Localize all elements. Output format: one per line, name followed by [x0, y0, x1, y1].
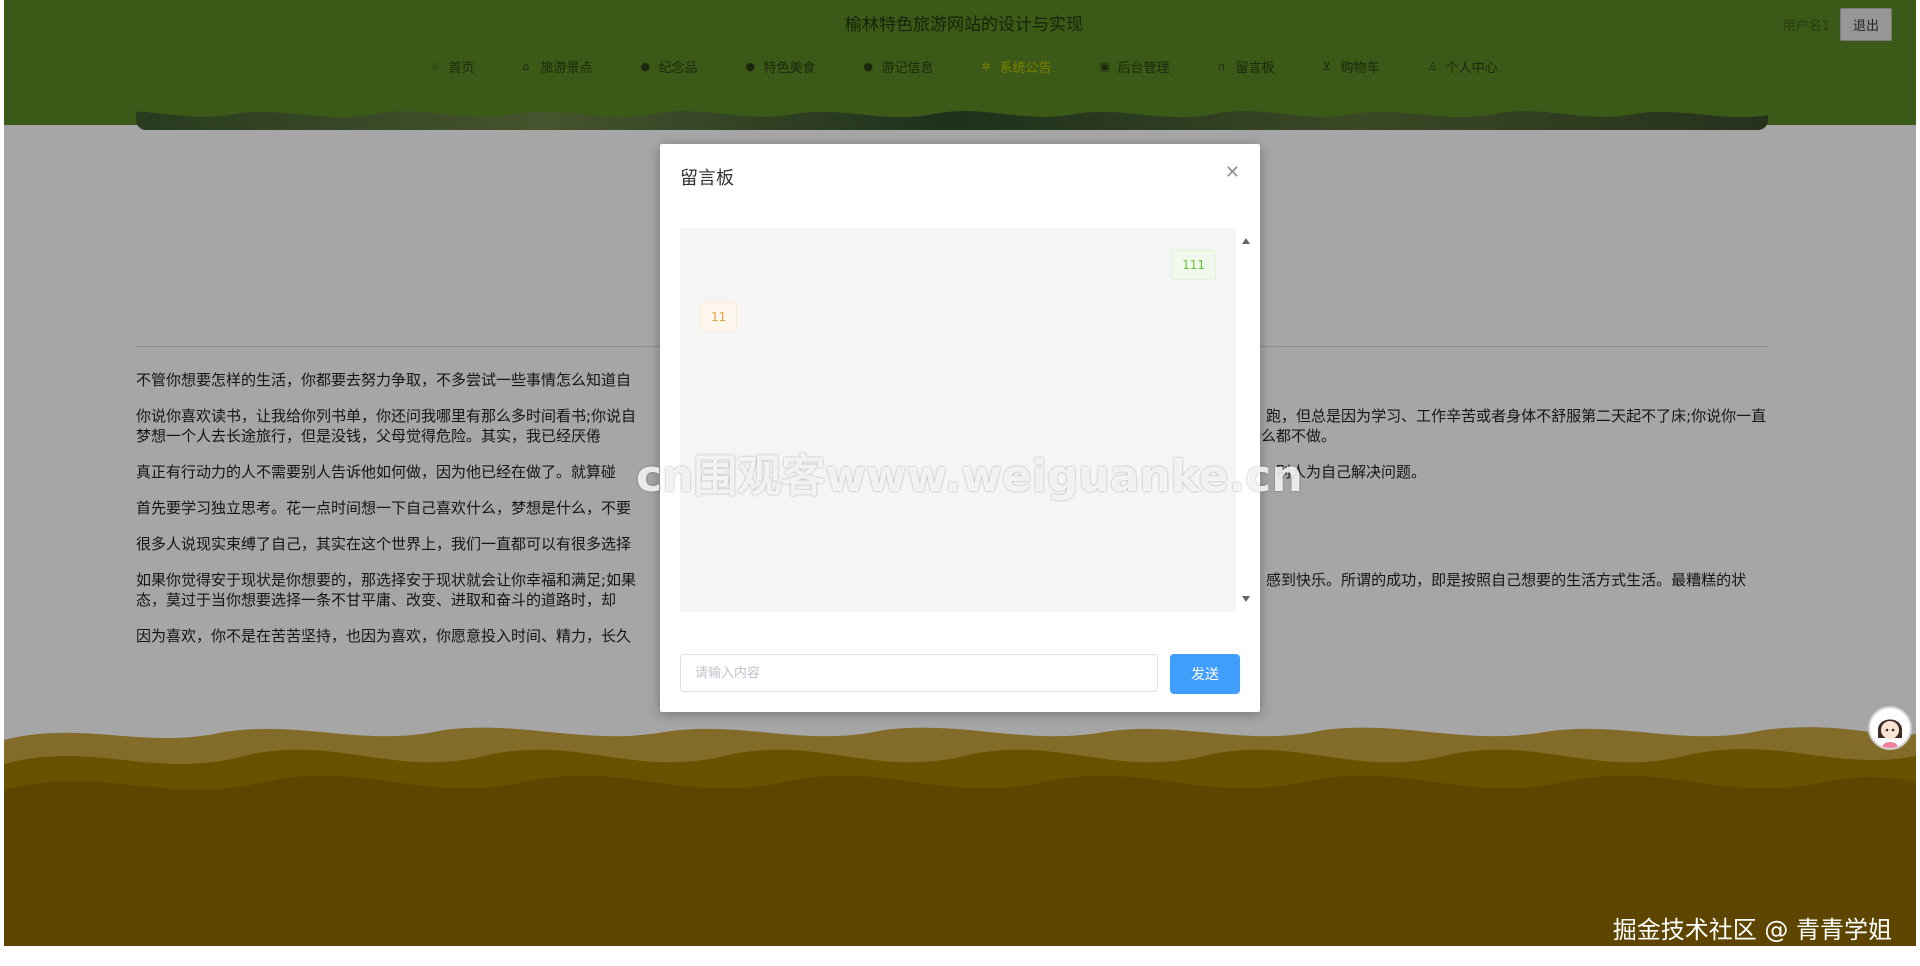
scroll-down-arrow-icon[interactable]: [1242, 596, 1250, 602]
scroll-up-arrow-icon[interactable]: [1242, 238, 1250, 244]
avatar[interactable]: [1868, 706, 1912, 750]
close-icon[interactable]: ✕: [1225, 162, 1240, 183]
chat-scrollbar[interactable]: [1238, 228, 1256, 612]
send-button[interactable]: 发送: [1170, 654, 1240, 694]
avatar-icon: [1870, 708, 1910, 748]
message-bubble-received: 11: [700, 302, 738, 332]
watermark-text: cn围观客www.weiguanke.cn: [636, 451, 1303, 502]
chat-history[interactable]: 111 11: [680, 228, 1250, 612]
message-input[interactable]: [680, 654, 1158, 692]
message-bubble-sent: 111: [1171, 250, 1216, 280]
page: 榆林特色旅游网站的设计与实现 用户名1 退出 ☆ 首页 ⌂ 旅游景点 ● 纪念品…: [0, 0, 1920, 966]
message-board-dialog: 留言板 ✕ 111 11 发送: [660, 144, 1260, 712]
message-input-row: 发送: [680, 654, 1240, 694]
dialog-title: 留言板: [680, 168, 734, 189]
footer-watermark: 掘金技术社区 @ 青青学姐: [1612, 916, 1892, 944]
